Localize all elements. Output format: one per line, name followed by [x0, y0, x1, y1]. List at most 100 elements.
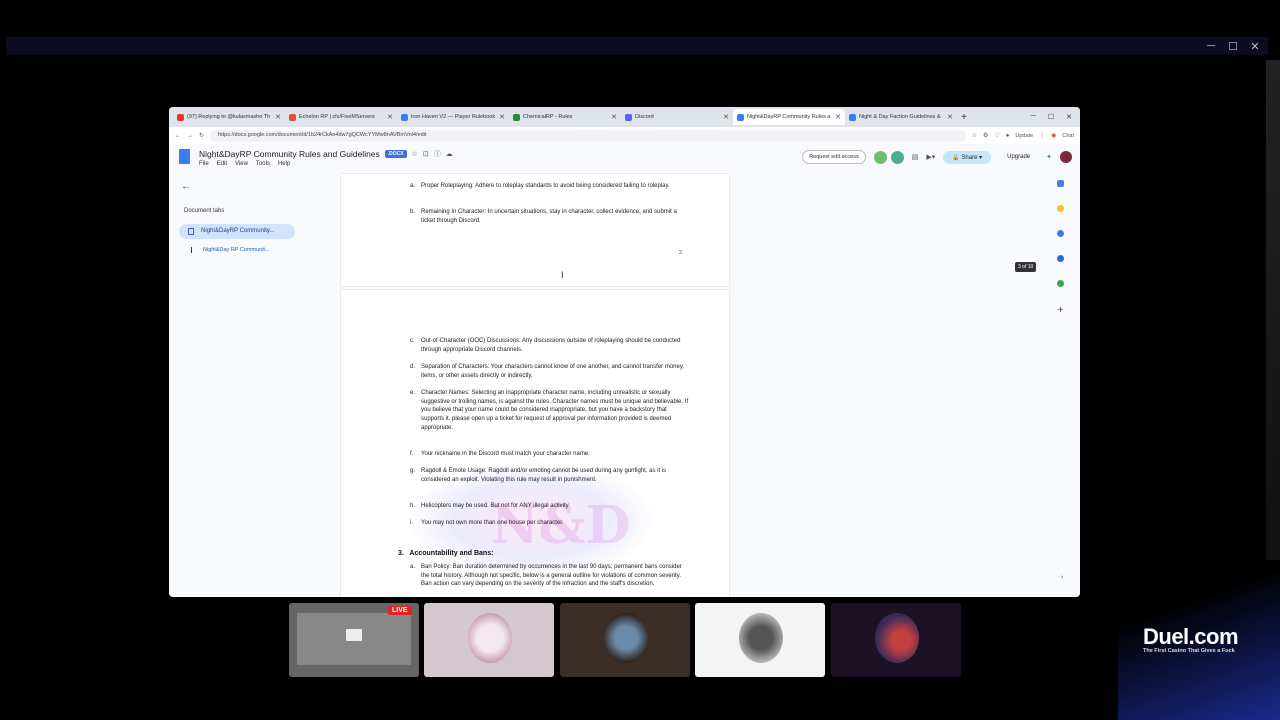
tab-2[interactable]: Iron Haven V2 — Player Rulebook ✕ [397, 109, 509, 125]
text-cursor-icon: I [561, 270, 564, 280]
tab-3[interactable]: ChemicalRP - Rules ✕ [509, 109, 621, 125]
participant-avatar [739, 613, 783, 663]
google-docs-icon[interactable] [179, 149, 190, 164]
tab-close-icon[interactable]: ✕ [947, 113, 953, 121]
menu-view[interactable]: View [235, 161, 248, 167]
keep-icon[interactable] [1057, 205, 1064, 212]
tab-close-icon[interactable]: ✕ [723, 113, 729, 121]
tab-6[interactable]: Night & Day Faction Guidelines & ✕ [845, 109, 957, 125]
expand-panel-icon[interactable]: › [1061, 574, 1063, 581]
move-folder-icon[interactable]: ⊡ [423, 150, 429, 158]
document-tab-1[interactable]: Night&DayRP Community... [179, 224, 295, 239]
url-input[interactable]: https://docs.google.com/document/d/1b24r… [210, 129, 966, 142]
site-favicon [289, 113, 296, 121]
extension-teal-icon[interactable] [890, 150, 904, 164]
comments-icon[interactable]: ▤ [912, 153, 919, 161]
back-arrow-icon[interactable]: ← [181, 181, 191, 192]
bookmark-star-icon[interactable]: ☆ [972, 132, 977, 139]
list-item: g. Ragdoll & Emote Usage: Ragdoll and/or … [410, 467, 689, 484]
tab-close-icon[interactable]: ✕ [387, 113, 393, 121]
tab-close-icon[interactable]: ✕ [611, 113, 617, 121]
list-item: e. Character Names: Selecting an inapprop… [410, 389, 689, 433]
document-title[interactable]: Night&DayRP Community Rules and Guidelin… [199, 149, 380, 159]
monitor-icon [346, 629, 362, 641]
docs-favicon [737, 113, 744, 121]
close-icon[interactable]: ✕ [1250, 40, 1260, 53]
tab-0[interactable]: (97) Replying to @kulasmasho Th ✕ [173, 109, 285, 125]
list-item: a. Ban Policy: Ban duration determined by… [410, 563, 689, 589]
sponsor-tagline: The First Casino That Gives a Fuck [1143, 648, 1235, 654]
list-text: Character Names: Selecting an inappropri… [421, 390, 689, 431]
profile-avatar[interactable]: ● [1006, 133, 1010, 139]
tab-1[interactable]: Echelon RP | cfx/FiveMServers ✕ [285, 109, 397, 125]
menu-dots-icon[interactable]: ⋮ [1039, 132, 1045, 139]
forward-arrow-icon[interactable]: → [187, 133, 193, 139]
maximize-icon[interactable]: ☐ [1048, 113, 1054, 121]
list-letter: c. [410, 338, 415, 344]
list-letter: g. [410, 468, 416, 474]
tab-close-icon[interactable]: ✕ [499, 113, 505, 121]
screen-share-tile[interactable]: LIVE [289, 603, 419, 677]
list-item: b. Remaining In Character: In uncertain s… [410, 208, 689, 225]
list-letter: a. [410, 564, 416, 570]
participant-tile[interactable] [424, 603, 554, 677]
live-badge: LIVE [388, 606, 412, 615]
document-page: a. Proper Roleplaying: Adhere to roleplay… [341, 174, 729, 286]
extensions-icon[interactable]: ⚙ [983, 132, 988, 139]
back-arrow-icon[interactable]: ← [175, 133, 181, 139]
close-icon[interactable]: ✕ [1066, 113, 1072, 121]
menu-edit[interactable]: Edit [217, 161, 227, 167]
tab-close-icon[interactable]: ✕ [835, 113, 841, 121]
maximize-icon[interactable]: ☐ [1228, 40, 1238, 53]
gemini-spark-icon[interactable]: ✦ [1046, 153, 1052, 161]
document-tab-2[interactable]: Night&Day RP Communit... [191, 247, 270, 253]
add-addon-icon[interactable]: + [1058, 305, 1064, 316]
webcam-tile[interactable] [831, 603, 961, 677]
contacts-icon[interactable] [1057, 255, 1064, 262]
calendar-icon[interactable] [1057, 180, 1064, 187]
tab-label: Discord [635, 114, 654, 120]
discord-icon [625, 113, 632, 121]
info-icon[interactable]: ⓘ [434, 149, 441, 159]
tab-label: (97) Replying to @kulasmasho Th [187, 114, 271, 120]
document-tab-label: Night&Day RP Communit... [203, 247, 270, 253]
tab-4[interactable]: Discord ✕ [621, 109, 733, 125]
favorites-icon[interactable]: ♡ [994, 132, 999, 139]
side-panel-icons: + [1057, 180, 1064, 316]
meet-video-icon[interactable]: ▶▾ [926, 153, 935, 161]
menu-help[interactable]: Help [278, 161, 290, 167]
docs-favicon [849, 113, 856, 121]
browser-window: (97) Replying to @kulasmasho Th ✕ Echelon… [169, 107, 1080, 597]
new-tab-icon[interactable]: + [957, 112, 971, 123]
tab-doc-icon [188, 228, 194, 235]
tab-bar: (97) Replying to @kulasmasho Th ✕ Echelon… [169, 107, 1080, 127]
cloud-status-icon[interactable]: ☁ [446, 150, 453, 158]
list-text: Ban Policy: Ban duration determined by o… [421, 564, 682, 588]
upgrade-button[interactable]: Upgrade [999, 151, 1038, 163]
list-letter: e. [410, 390, 416, 396]
reload-icon[interactable]: ↻ [199, 132, 204, 139]
sponsor-overlay: Duel.com The First Casino That Gives a F… [1118, 560, 1280, 720]
chat-button[interactable]: Chat [1062, 133, 1074, 139]
participant-tile[interactable] [560, 603, 690, 677]
participant-tile[interactable] [695, 603, 825, 677]
share-button[interactable]: 🔒 Share ▾ [943, 150, 992, 164]
menu-file[interactable]: File [199, 161, 209, 167]
list-letter: f. [410, 451, 414, 457]
request-edit-access-button[interactable]: Request edit access [802, 150, 866, 164]
update-button[interactable]: Update [1015, 133, 1033, 139]
tasks-icon[interactable] [1057, 230, 1064, 237]
maps-icon[interactable] [1057, 280, 1064, 287]
list-text: Out-of-Character (OOC) Discussions: Any … [421, 338, 681, 353]
list-item: i. You may not own more than one house pe… [410, 519, 689, 528]
tab-5-active[interactable]: Night&DayRP Community Rules a ✕ [733, 109, 845, 125]
menu-tools[interactable]: Tools [256, 161, 270, 167]
extension-green-icon[interactable] [873, 150, 887, 164]
webcam-feed [875, 613, 919, 663]
minimize-icon[interactable]: ─ [1206, 40, 1216, 53]
avatar[interactable] [1060, 151, 1072, 163]
tab-close-icon[interactable]: ✕ [275, 113, 281, 121]
minimize-icon[interactable]: ─ [1031, 113, 1036, 121]
docx-badge: .DOCX [384, 150, 407, 158]
star-icon[interactable]: ☆ [412, 150, 418, 158]
